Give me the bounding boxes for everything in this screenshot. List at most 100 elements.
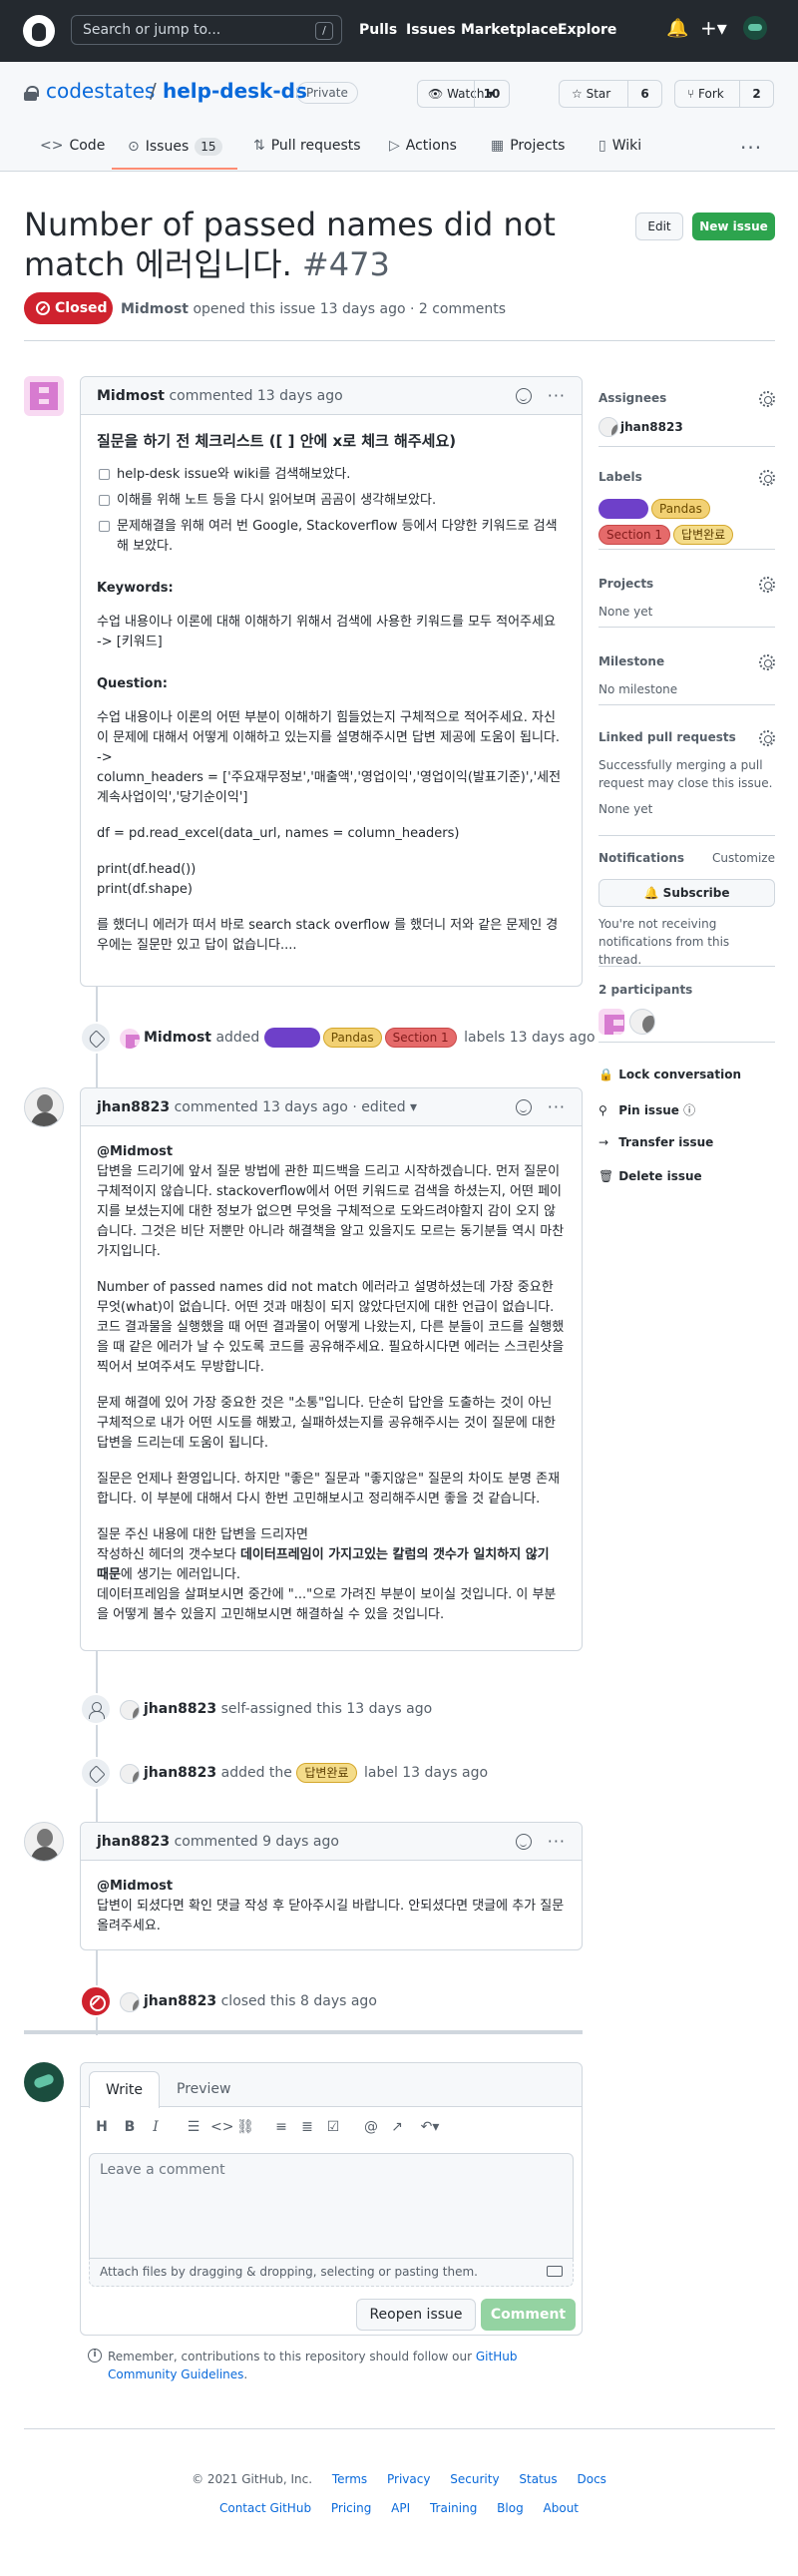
event-actor-link[interactable]: jhan8823	[144, 1765, 216, 1781]
customize-link[interactable]: Customize	[712, 851, 775, 865]
label-chip[interactable]	[598, 499, 648, 519]
gear-icon[interactable]	[759, 577, 775, 593]
star-button[interactable]: ☆ Star 6	[559, 80, 662, 108]
bell-icon[interactable]: 🔔	[666, 18, 688, 39]
checkbox[interactable]	[99, 495, 110, 506]
label-chip[interactable]: Section 1	[384, 1028, 457, 1048]
reopen-issue-button[interactable]: Reopen issue	[356, 2299, 476, 2331]
avatar[interactable]	[24, 1822, 64, 1862]
gear-icon[interactable]	[759, 470, 775, 486]
repo-name-link[interactable]: help-desk-ds	[163, 79, 307, 103]
heading-icon[interactable]: H	[93, 2119, 111, 2135]
edit-title-button[interactable]: Edit	[635, 213, 683, 240]
watch-button[interactable]: 👁 Watch ▾ 10	[417, 80, 510, 108]
fork-button[interactable]: ⑂ Fork 2	[674, 80, 774, 108]
smiley-icon[interactable]	[516, 1099, 532, 1115]
comment-button[interactable]: Comment	[481, 2299, 576, 2331]
tab-write[interactable]: Write	[89, 2071, 160, 2108]
delete-issue-link[interactable]: 🗑 Delete issue	[598, 1169, 702, 1183]
checkbox[interactable]	[99, 469, 110, 480]
lock-conversation-link[interactable]: 🔒 Lock conversation	[598, 1068, 741, 1081]
reply-icon[interactable]: ↶▾	[416, 2119, 444, 2135]
more-options-icon[interactable]: ···	[740, 136, 762, 160]
nav-issues[interactable]: Issues	[406, 22, 456, 40]
avatar[interactable]	[24, 1087, 64, 1127]
unordered-list-icon[interactable]: ≡	[272, 2119, 290, 2135]
footer-link-training[interactable]: Training	[430, 2501, 477, 2515]
tab-actions[interactable]: ▷ Actions	[389, 138, 457, 160]
checkbox[interactable]	[99, 521, 110, 532]
task-list-icon[interactable]: ☑	[324, 2119, 342, 2135]
footer-link-status[interactable]: Status	[519, 2472, 557, 2486]
issue-author-link[interactable]: Midmost	[121, 301, 189, 317]
mention[interactable]: @Midmost	[97, 1877, 566, 1897]
avatar[interactable]	[24, 376, 64, 416]
event-actor-link[interactable]: jhan8823	[144, 1993, 216, 2009]
label-chip[interactable]: 답변완료	[673, 525, 734, 545]
tab-issues[interactable]: ⊙ Issues 15	[128, 138, 222, 160]
avatar[interactable]	[598, 1009, 624, 1035]
footer-link-contact[interactable]: Contact GitHub	[219, 2501, 311, 2515]
label-chip[interactable]: Pandas	[651, 499, 710, 519]
footer-link-terms[interactable]: Terms	[332, 2472, 367, 2486]
kebab-menu-icon[interactable]: ···	[548, 1823, 566, 1861]
code-icon[interactable]: <>	[210, 2119, 233, 2135]
repo-owner-link[interactable]: codestates	[46, 79, 155, 103]
footer-link-docs[interactable]: Docs	[577, 2472, 605, 2486]
avatar[interactable]	[120, 1992, 140, 2012]
event-actor-link[interactable]: jhan8823	[144, 1701, 216, 1717]
smiley-icon[interactable]	[516, 388, 532, 404]
comment-author-link[interactable]: jhan8823	[97, 1099, 170, 1115]
markdown-icon[interactable]	[547, 2266, 563, 2277]
avatar[interactable]	[120, 1700, 140, 1720]
cross-reference-icon[interactable]: ↗	[388, 2119, 406, 2135]
footer-link-api[interactable]: API	[391, 2501, 410, 2515]
footer-link-blog[interactable]: Blog	[497, 2501, 524, 2515]
pin-issue-link[interactable]: ⚲ Pin issue ⓘ	[598, 1101, 695, 1118]
smiley-icon[interactable]	[516, 1834, 532, 1850]
label-chip[interactable]	[263, 1028, 320, 1048]
search-input[interactable]: Search or jump to... /	[71, 15, 342, 45]
tab-preview[interactable]: Preview	[161, 2071, 247, 2108]
footer-link-security[interactable]: Security	[450, 2472, 499, 2486]
tab-code[interactable]: <> Code	[40, 138, 105, 160]
nav-marketplace[interactable]: Marketplace	[461, 22, 558, 40]
kebab-menu-icon[interactable]: ···	[548, 1088, 566, 1126]
transfer-issue-link[interactable]: → Transfer issue	[598, 1135, 713, 1149]
event-actor-link[interactable]: Midmost	[144, 1030, 211, 1046]
label-chip[interactable]: Pandas	[322, 1028, 382, 1048]
avatar[interactable]	[120, 1029, 140, 1049]
gear-icon[interactable]	[759, 391, 775, 407]
gear-icon[interactable]	[759, 730, 775, 746]
comment-author-link[interactable]: jhan8823	[97, 1834, 170, 1850]
create-new-icon[interactable]: +▾	[700, 16, 727, 40]
tab-pull-requests[interactable]: ⇅ Pull requests	[253, 138, 361, 160]
gear-icon[interactable]	[759, 654, 775, 670]
label-chip[interactable]: 답변완료	[296, 1763, 357, 1783]
avatar[interactable]	[24, 2062, 64, 2102]
nav-pulls[interactable]: Pulls	[359, 22, 397, 40]
mention[interactable]: @Midmost	[97, 1142, 566, 1162]
subscribe-button[interactable]: 🔔 Subscribe	[598, 879, 775, 907]
bold-icon[interactable]: B	[121, 2119, 139, 2135]
new-issue-button[interactable]: New issue	[692, 213, 775, 240]
label-chip[interactable]: Section 1	[598, 525, 671, 545]
avatar[interactable]	[629, 1009, 655, 1035]
assignee-item[interactable]: jhan8823	[598, 417, 775, 437]
attach-files-bar[interactable]: Attach files by dragging & dropping, sel…	[89, 2259, 574, 2287]
tab-projects[interactable]: ▦ Projects	[491, 138, 565, 160]
user-avatar[interactable]	[743, 16, 767, 40]
tab-wiki[interactable]: ▯ Wiki	[598, 138, 641, 160]
nav-explore[interactable]: Explore	[558, 22, 616, 40]
footer-link-pricing[interactable]: Pricing	[331, 2501, 371, 2515]
avatar[interactable]	[120, 1764, 140, 1784]
ordered-list-icon[interactable]: ≣	[298, 2119, 316, 2135]
kebab-menu-icon[interactable]: ···	[548, 377, 566, 415]
github-logo-icon[interactable]	[23, 15, 55, 47]
mention-icon[interactable]: @	[362, 2119, 380, 2135]
comment-author-link[interactable]: Midmost	[97, 388, 165, 404]
comment-textarea[interactable]: Leave a comment	[89, 2153, 574, 2259]
link-icon[interactable]: ⛓	[236, 2119, 254, 2135]
footer-link-about[interactable]: About	[544, 2501, 579, 2515]
italic-icon[interactable]: I	[147, 2119, 165, 2135]
